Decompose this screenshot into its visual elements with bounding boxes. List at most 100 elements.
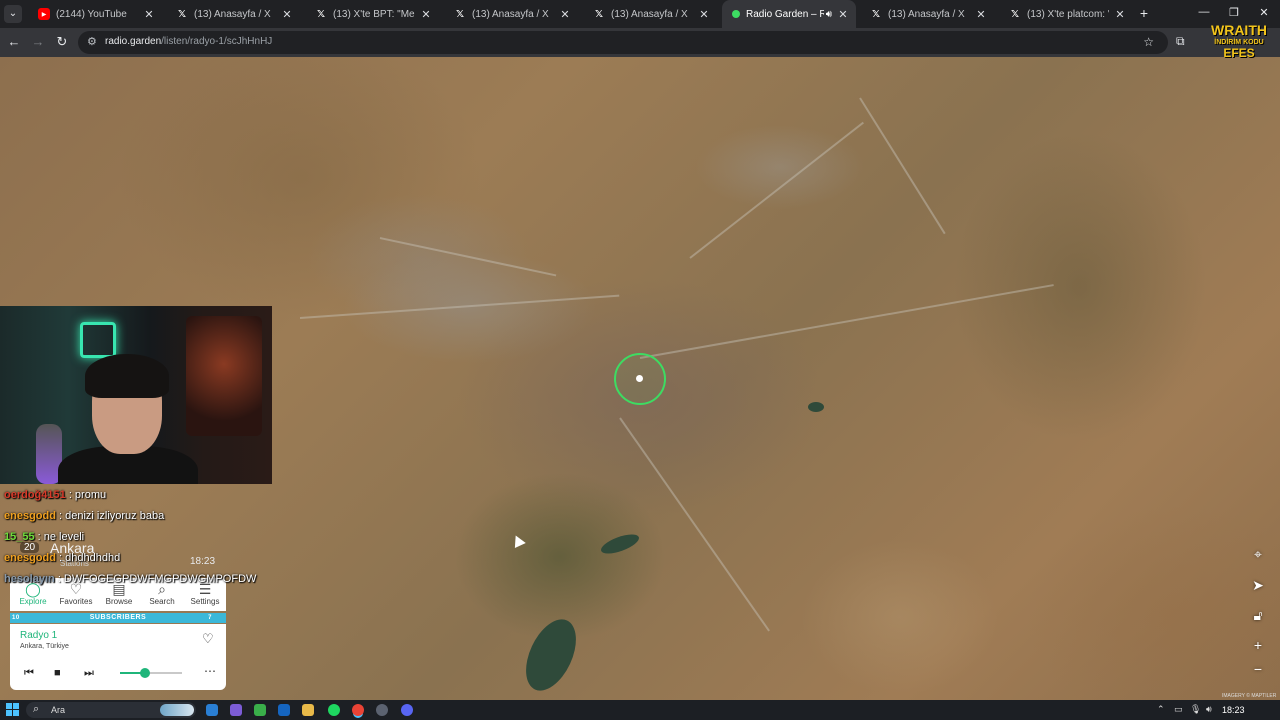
taskbar-search[interactable]: ⌕ Ara — [26, 702, 196, 718]
extensions-icon[interactable]: ⧉ — [1176, 34, 1185, 49]
tray-mic-icon[interactable]: 🎙︎ — [1190, 704, 1201, 715]
close-tab-icon[interactable]: ✕ — [558, 8, 572, 21]
nav-label: Favorites — [59, 597, 93, 606]
map-road — [379, 237, 557, 277]
address-bar[interactable]: ⚙ radio.garden/listen/radyo-1/scJhHnHJ ☆ — [78, 31, 1168, 54]
restore-button[interactable]: ❐ — [1226, 6, 1242, 19]
close-tab-icon[interactable]: ✕ — [419, 8, 433, 21]
copilot-icon[interactable] — [230, 704, 242, 716]
url-host: radio.garden — [105, 36, 162, 47]
close-tab-icon[interactable]: ✕ — [1113, 8, 1127, 21]
edge-icon[interactable] — [206, 704, 218, 716]
tab-title: (13) X'te BPT: "Meksika'd — [333, 8, 415, 20]
subscriber-bar: 10 SUBSCRIBERS 7 — [10, 613, 226, 623]
chat-text: : dhdhdhdhd — [59, 552, 121, 564]
station-name[interactable]: Radyo 1 — [20, 630, 57, 641]
x-icon: 𝕏 — [177, 8, 187, 20]
url-text[interactable]: radio.garden/listen/radyo-1/scJhHnHJ — [105, 36, 272, 47]
sponsor-badge: WRAITH İNDİRİM KODU EFES — [1203, 22, 1275, 60]
x-icon: 𝕏 — [871, 8, 881, 20]
close-tab-icon[interactable]: ✕ — [142, 8, 156, 21]
chat-username: 15_55 — [4, 531, 35, 543]
browser-tab[interactable]: 𝕏 (13) Anasayfa / X ✕ — [444, 0, 578, 28]
lock-icon[interactable]: 🔓︎ — [1248, 605, 1268, 625]
bookmark-star-icon[interactable]: ☆ — [1143, 35, 1154, 49]
reload-button[interactable]: ↻ — [54, 34, 70, 50]
tray-display-icon[interactable]: ▭ — [1174, 704, 1183, 715]
player-card: Radyo 1 Ankara, Türkiye ♡ ⏮ ■ ⏭ ⋯ — [10, 624, 226, 690]
subscriber-label: SUBSCRIBERS — [89, 614, 147, 621]
search-icon: ⌕ — [33, 703, 40, 715]
map-lake — [515, 611, 587, 699]
nav-label: Explore — [19, 597, 47, 606]
volume-knob[interactable] — [139, 668, 150, 678]
chat-username: oerdoğ4151 — [4, 489, 66, 501]
radio-garden-icon — [732, 10, 740, 18]
map-road — [689, 121, 864, 259]
sponsor-name: WRAITH — [1211, 22, 1267, 38]
map-lake — [808, 402, 824, 412]
tab-title: (13) Anasayfa / X — [611, 8, 688, 20]
spotify-icon[interactable] — [328, 704, 340, 716]
tab-title: (13) Anasayfa / X — [194, 8, 271, 20]
discord-icon[interactable] — [401, 704, 413, 716]
station-marker-dot[interactable] — [636, 375, 643, 382]
forward-button[interactable]: → — [30, 34, 46, 50]
stop-button[interactable]: ■ — [54, 667, 61, 679]
volume-slider[interactable] — [120, 668, 182, 678]
nav-label: Browse — [105, 597, 133, 606]
zoom-in-button[interactable]: + — [1248, 635, 1268, 655]
nav-label: Settings — [190, 597, 220, 606]
more-options-button[interactable]: ⋯ — [204, 664, 216, 678]
tray-volume-icon[interactable]: 🔊︎ — [1206, 704, 1212, 715]
chat-message: hesolayın : DWFOGEGPDWFMGPDWGMPOFDW — [4, 573, 256, 585]
tab-title: (13) Anasayfa / X — [472, 8, 549, 20]
back-button[interactable]: ← — [6, 34, 22, 50]
file-explorer-icon[interactable] — [302, 704, 314, 716]
new-tab-button[interactable]: + — [1136, 5, 1152, 21]
store-icon[interactable] — [254, 704, 266, 716]
minimize-button[interactable]: — — [1196, 6, 1212, 18]
browser-tab[interactable]: 𝕏 (13) Anasayfa / X ✕ — [166, 0, 300, 28]
subscriber-right: 7 — [208, 615, 212, 621]
zoom-out-button[interactable]: − — [1248, 659, 1268, 679]
browser-tab[interactable]: 𝕏 (13) Anasayfa / X ✕ — [860, 0, 994, 28]
next-station-button[interactable]: ⏭ — [84, 667, 94, 680]
browser-tab[interactable]: Radio Garden – Radyo🔊︎ ✕ — [722, 0, 856, 28]
start-button[interactable] — [6, 703, 19, 716]
close-tab-icon[interactable]: ✕ — [280, 8, 294, 21]
local-time: 18:23 — [190, 556, 216, 567]
outlook-icon[interactable] — [278, 704, 290, 716]
obs-icon[interactable] — [376, 704, 388, 716]
close-tab-icon[interactable]: ✕ — [697, 8, 711, 21]
tab-search-button[interactable]: ⌄ — [4, 5, 22, 23]
x-icon: 𝕏 — [594, 8, 604, 20]
tab-audio-icon[interactable]: 🔊︎ — [826, 9, 832, 20]
favorite-heart-icon[interactable]: ♡ — [202, 631, 214, 647]
webcam-overlay — [0, 306, 272, 484]
taskbar-clock[interactable]: 18:23 — [1222, 705, 1245, 715]
station-location[interactable]: Ankara, Türkiye — [20, 643, 69, 650]
browser-tab[interactable]: 𝕏 (13) Anasayfa / X ✕ — [583, 0, 717, 28]
previous-station-button[interactable]: ⏮ — [24, 667, 34, 680]
nav-label: Search — [149, 597, 175, 606]
chat-username: hesolayın — [4, 573, 55, 585]
chat-username: enesgodd — [4, 552, 56, 564]
browser-tab[interactable]: ▶ (2144) YouTube ✕ — [28, 0, 162, 28]
close-window-button[interactable]: ✕ — [1256, 6, 1272, 19]
location-pin-icon[interactable]: ⌖ — [1248, 544, 1268, 564]
browser-tab[interactable]: 𝕏 (13) X'te platcom: "xQc ca ✕ — [999, 0, 1133, 28]
x-icon: 𝕏 — [1010, 8, 1020, 20]
close-tab-icon[interactable]: ✕ — [974, 8, 988, 21]
tray-overflow-icon[interactable]: ⌃ — [1157, 704, 1165, 715]
subscriber-left: 10 — [12, 615, 20, 621]
wall-art — [186, 316, 262, 436]
map-attribution: IMAGERY © MAPTILER — [1222, 693, 1277, 699]
tab-strip: ⌄ ▶ (2144) YouTube ✕ 𝕏 (13) Anasayfa / X ✕ 𝕏 (1… — [0, 0, 1280, 28]
site-info-icon[interactable]: ⚙ — [87, 35, 97, 48]
close-tab-icon[interactable]: ✕ — [836, 8, 850, 21]
chat-message: enesgodd : denizi izliyoruz baba — [4, 510, 164, 522]
browser-tab[interactable]: 𝕏 (13) X'te BPT: "Meksika'd ✕ — [305, 0, 439, 28]
navigate-arrow-icon[interactable]: ➤ — [1248, 575, 1268, 595]
chrome-icon[interactable] — [352, 704, 364, 716]
